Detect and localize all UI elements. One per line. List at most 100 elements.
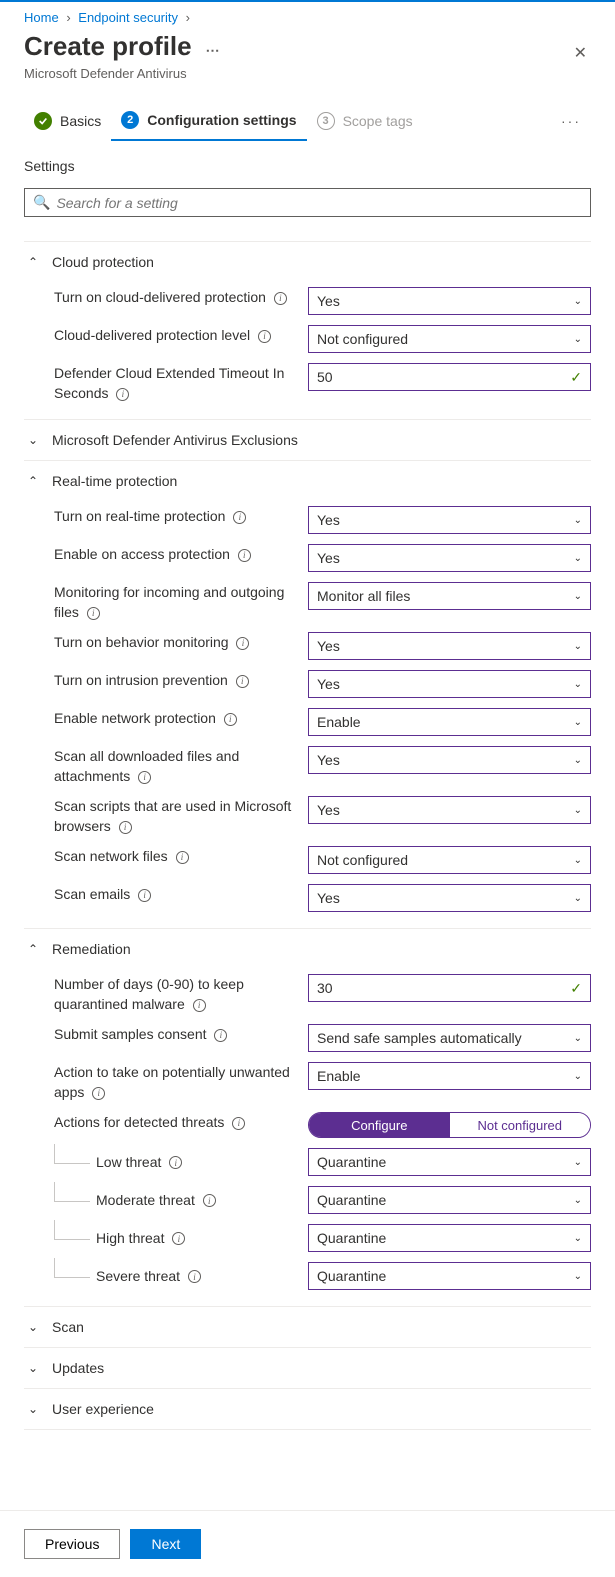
breadcrumb-home[interactable]: Home (24, 10, 59, 25)
section-realtime[interactable]: ⌃ Real-time protection (24, 461, 591, 501)
info-icon[interactable]: i (119, 821, 132, 834)
chevron-down-icon: ⌄ (574, 641, 582, 652)
section-user-experience[interactable]: ⌄User experience (24, 1389, 591, 1429)
label-severe-threat: Severe threat i (96, 1268, 201, 1285)
select-cloud-level[interactable]: Not configured⌄ (308, 325, 591, 353)
next-button[interactable]: Next (130, 1529, 201, 1559)
select-samples-consent[interactable]: Send safe samples automatically⌄ (308, 1024, 591, 1052)
chevron-down-icon: ⌄ (574, 805, 582, 816)
input-cloud-timeout[interactable]: 50✓ (308, 363, 591, 391)
info-icon[interactable]: i (92, 1087, 105, 1100)
breadcrumb: Home › Endpoint security › (0, 2, 615, 29)
chevron-up-icon: ⌃ (28, 942, 42, 956)
toggle-not-configured[interactable]: Not configured (450, 1113, 591, 1137)
label-scan-network: Scan network files i (54, 846, 308, 866)
chevron-down-icon: ⌄ (28, 1361, 42, 1375)
info-icon[interactable]: i (193, 999, 206, 1012)
toggle-configure[interactable]: Configure (309, 1113, 450, 1137)
select-monitor-files[interactable]: Monitor all files⌄ (308, 582, 591, 610)
step-configuration[interactable]: 2 Configuration settings (111, 101, 306, 141)
section-scan[interactable]: ⌄Scan (24, 1307, 591, 1347)
info-icon[interactable]: i (238, 549, 251, 562)
select-scan-emails[interactable]: Yes⌄ (308, 884, 591, 912)
info-icon[interactable]: i (236, 637, 249, 650)
section-remediation[interactable]: ⌃ Remediation (24, 929, 591, 969)
tree-branch-icon (54, 1220, 90, 1240)
previous-button[interactable]: Previous (24, 1529, 120, 1559)
breadcrumb-endpoint[interactable]: Endpoint security (78, 10, 178, 25)
label-realtime: Turn on real-time protection i (54, 506, 308, 526)
label-pua: Action to take on potentially unwanted a… (54, 1062, 308, 1102)
info-icon[interactable]: i (214, 1029, 227, 1042)
info-icon[interactable]: i (232, 1117, 245, 1130)
select-cloud-delivered[interactable]: Yes⌄ (308, 287, 591, 315)
chevron-down-icon: ⌄ (574, 717, 582, 728)
info-icon[interactable]: i (169, 1156, 182, 1169)
settings-heading: Settings (24, 158, 591, 174)
label-moderate-threat: Moderate threat i (96, 1192, 216, 1209)
page-subtitle: Microsoft Defender Antivirus (24, 66, 220, 81)
info-icon[interactable]: i (116, 388, 129, 401)
checkmark-icon: ✓ (570, 369, 582, 386)
info-icon[interactable]: i (233, 511, 246, 524)
chevron-down-icon: ⌄ (574, 591, 582, 602)
chevron-down-icon: ⌄ (574, 755, 582, 766)
select-realtime[interactable]: Yes⌄ (308, 506, 591, 534)
label-cloud-delivered: Turn on cloud-delivered protection i (54, 287, 308, 307)
info-icon[interactable]: i (138, 889, 151, 902)
step-scope-tags[interactable]: 3 Scope tags (307, 102, 423, 140)
section-updates[interactable]: ⌄Updates (24, 1348, 591, 1388)
chevron-down-icon: ⌄ (574, 553, 582, 564)
info-icon[interactable]: i (236, 675, 249, 688)
select-scan-downloads[interactable]: Yes⌄ (308, 746, 591, 774)
info-icon[interactable]: i (224, 713, 237, 726)
select-on-access[interactable]: Yes⌄ (308, 544, 591, 572)
section-exclusions[interactable]: ⌄ Microsoft Defender Antivirus Exclusion… (24, 420, 591, 460)
select-moderate-threat[interactable]: Quarantine⌄ (308, 1186, 591, 1214)
info-icon[interactable]: i (176, 851, 189, 864)
chevron-down-icon: ⌄ (574, 1195, 582, 1206)
select-low-threat[interactable]: Quarantine⌄ (308, 1148, 591, 1176)
label-network-protect: Enable network protection i (54, 708, 308, 728)
chevron-down-icon: ⌄ (574, 296, 582, 307)
info-icon[interactable]: i (203, 1194, 216, 1207)
select-intrusion[interactable]: Yes⌄ (308, 670, 591, 698)
input-quarantine-days[interactable]: 30✓ (308, 974, 591, 1002)
label-scan-emails: Scan emails i (54, 884, 308, 904)
more-steps-icon[interactable]: ··· (551, 103, 591, 139)
search-input[interactable]: 🔍 (24, 188, 591, 217)
more-icon[interactable]: ⋯ (202, 42, 220, 58)
info-icon[interactable]: i (188, 1270, 201, 1283)
tree-branch-icon (54, 1182, 90, 1202)
select-scan-scripts[interactable]: Yes⌄ (308, 796, 591, 824)
label-scan-downloads: Scan all downloaded files and attachment… (54, 746, 308, 786)
chevron-down-icon: ⌄ (574, 855, 582, 866)
select-pua[interactable]: Enable⌄ (308, 1062, 591, 1090)
select-severe-threat[interactable]: Quarantine⌄ (308, 1262, 591, 1290)
info-icon[interactable]: i (258, 330, 271, 343)
chevron-down-icon: ⌄ (28, 1402, 42, 1416)
select-behavior[interactable]: Yes⌄ (308, 632, 591, 660)
search-icon: 🔍 (33, 194, 50, 211)
select-network-protect[interactable]: Enable⌄ (308, 708, 591, 736)
info-icon[interactable]: i (274, 292, 287, 305)
info-icon[interactable]: i (172, 1232, 185, 1245)
checkmark-icon (34, 112, 52, 130)
select-scan-network[interactable]: Not configured⌄ (308, 846, 591, 874)
chevron-up-icon: ⌃ (28, 474, 42, 488)
label-intrusion: Turn on intrusion prevention i (54, 670, 308, 690)
close-icon[interactable]: ✕ (570, 39, 591, 67)
info-icon[interactable]: i (138, 771, 151, 784)
chevron-down-icon: ⌄ (574, 515, 582, 526)
section-cloud-protection[interactable]: ⌃ Cloud protection (24, 242, 591, 282)
label-on-access: Enable on access protection i (54, 544, 308, 564)
step-basics[interactable]: Basics (24, 102, 111, 140)
chevron-down-icon: ⌄ (28, 433, 42, 447)
label-high-threat: High threat i (96, 1230, 185, 1247)
label-monitor-files: Monitoring for incoming and outgoing fil… (54, 582, 308, 622)
toggle-threat-actions[interactable]: ConfigureNot configured (308, 1112, 591, 1138)
search-field[interactable] (56, 195, 582, 211)
step-number: 2 (121, 111, 139, 129)
info-icon[interactable]: i (87, 607, 100, 620)
select-high-threat[interactable]: Quarantine⌄ (308, 1224, 591, 1252)
